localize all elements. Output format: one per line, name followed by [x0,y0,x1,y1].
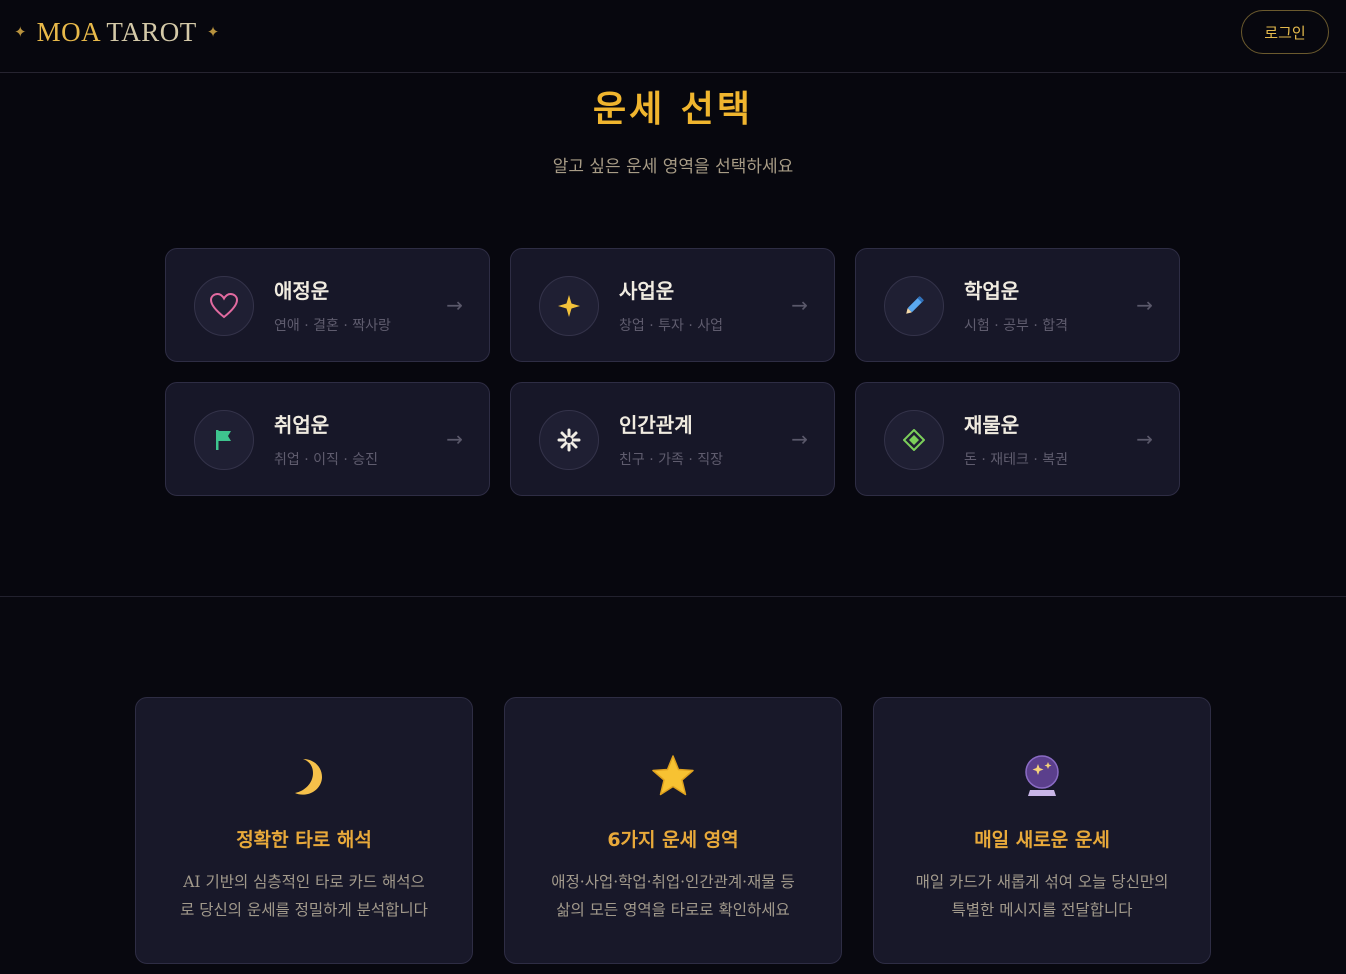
arrow-right-icon: → [446,293,463,317]
feature-description: AI 기반의 심층적인 타로 카드 해석으 로 당신의 운세를 정밀하게 분석합니… [180,873,428,919]
crescent-moon-icon [136,754,472,798]
category-tags: 취업 · 이직 · 승진 [274,452,378,468]
brand-logo[interactable]: ✦ MOA TAROT ✦ [14,14,219,50]
feature-description: 매일 카드가 새롭게 섞여 오늘 당신만의 특별한 메시지를 전달합니다 [915,873,1169,919]
crystal-ball-icon [874,754,1210,798]
flag-icon [194,410,254,470]
feature-card-daily: 매일 새로운 운세 매일 카드가 새롭게 섞여 오늘 당신만의 특별한 메시지를 … [873,697,1211,964]
feature-description: 애정·사업·학업·취업·인간관계·재물 등 삶의 모든 영역을 타로로 확인하세요 [551,873,795,919]
category-card-study[interactable]: 학업운 시험 · 공부 · 합격 → [855,248,1180,362]
arrow-right-icon: → [1136,293,1153,317]
feature-card-accurate: 정확한 타로 해석 AI 기반의 심층적인 타로 카드 해석으 로 당신의 운세를… [135,697,473,964]
category-card-relationships[interactable]: 인간관계 친구 · 가족 · 직장 → [510,382,835,496]
category-name: 사업운 [619,279,675,303]
asterisk-icon [539,410,599,470]
arrow-right-icon: → [446,427,463,451]
category-tags: 연애 · 결혼 · 짝사랑 [274,318,391,334]
category-name: 취업운 [274,413,330,437]
category-tags: 시험 · 공부 · 합격 [964,318,1068,334]
category-card-love[interactable]: 애정운 연애 · 결혼 · 짝사랑 → [165,248,490,362]
category-tags: 돈 · 재테크 · 복권 [964,452,1068,468]
feature-title: 6가지 운세 영역 [607,829,739,851]
sparkle-left-icon: ✦ [14,23,27,41]
page-subtitle: 알고 싶은 운세 영역을 선택하세요 [552,157,794,177]
category-tags: 창업 · 투자 · 사업 [619,318,723,334]
heart-icon [194,276,254,336]
pencil-icon [884,276,944,336]
category-card-business[interactable]: 사업운 창업 · 투자 · 사업 → [510,248,835,362]
brand-name: MOA TAROT [36,16,197,47]
category-card-career[interactable]: 취업운 취업 · 이직 · 승진 → [165,382,490,496]
sparkle-right-icon: ✦ [206,23,220,41]
page-title: 운세 선택 [592,89,753,130]
category-name: 재물운 [964,413,1020,437]
category-tags: 친구 · 가족 · 직장 [619,452,723,468]
sparkle-icon [539,276,599,336]
diamond-icon [884,410,944,470]
arrow-right-icon: → [791,427,808,451]
feature-title: 매일 새로운 운세 [974,829,1110,851]
category-name: 애정운 [274,279,330,303]
arrow-right-icon: → [1136,427,1153,451]
feature-card-grid: 정확한 타로 해석 AI 기반의 심층적인 타로 카드 해석으 로 당신의 운세를… [135,697,1211,964]
login-button[interactable]: 로그인 [1241,10,1329,54]
star-icon [505,754,841,798]
fortune-category-grid: 애정운 연애 · 결혼 · 짝사랑 → 사업운 창업 · 투자 · 사업 → 학… [165,248,1180,496]
category-name: 인간관계 [619,413,693,437]
feature-card-six-areas: 6가지 운세 영역 애정·사업·학업·취업·인간관계·재물 등 삶의 모든 영역을… [504,697,842,964]
category-name: 학업운 [964,279,1020,303]
top-nav: ✦ MOA TAROT ✦ 로그인 [0,0,1346,73]
category-card-wealth[interactable]: 재물운 돈 · 재테크 · 복권 → [855,382,1180,496]
arrow-right-icon: → [791,293,808,317]
feature-title: 정확한 타로 해석 [236,829,372,851]
